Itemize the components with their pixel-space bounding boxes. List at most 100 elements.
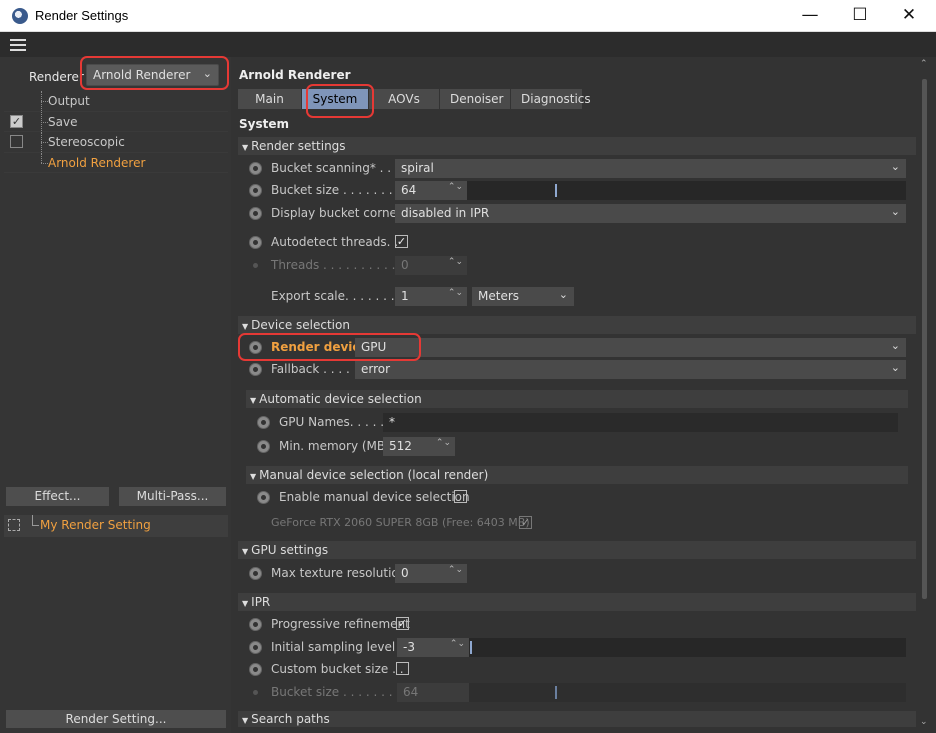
render-setting-button[interactable]: Render Setting... [6, 710, 226, 728]
fallback-dropdown[interactable]: error ⌄ [355, 360, 906, 379]
max-texture-row: Max texture resolution 0 ⌃⌄ [246, 563, 906, 583]
animate-radio-icon[interactable] [249, 363, 262, 376]
tree-item-stereoscopic[interactable]: Stereoscopic [4, 132, 228, 153]
triangle-down-icon: ▼ [242, 599, 249, 608]
min-memory-input[interactable]: 512 ⌃⌄ [383, 437, 455, 456]
bucket-scanning-dropdown[interactable]: spiral ⌄ [395, 159, 906, 178]
device-selection-group-header[interactable]: ▼ Device selection [238, 316, 916, 334]
manual-device-selection-header[interactable]: ▼ Manual device selection (local render) [246, 466, 908, 484]
progressive-checkbox[interactable]: ✓ [396, 617, 409, 630]
animate-radio-icon[interactable] [249, 567, 262, 580]
scroll-up-arrow-icon[interactable]: ⌃ [920, 59, 928, 69]
slider-knob[interactable] [555, 686, 557, 699]
tab-diagnostics[interactable]: Diagnostics [511, 89, 591, 109]
search-paths-group-header[interactable]: ▼ Search paths [238, 711, 916, 727]
animate-radio-icon[interactable] [249, 184, 262, 197]
gpu-names-label: GPU Names. . . . . [279, 415, 385, 429]
bucket-size-label: Bucket size . . . . . . . [271, 183, 393, 197]
enable-manual-checkbox[interactable] [454, 490, 467, 503]
title-bar: Render Settings — ☐ ✕ [0, 0, 936, 32]
min-memory-value: 512 [389, 439, 412, 453]
display-corners-dropdown[interactable]: disabled in IPR ⌄ [395, 204, 906, 223]
tree-item-arnold-renderer[interactable]: Arnold Renderer [4, 152, 228, 173]
animate-radio-icon[interactable] [249, 641, 262, 654]
save-enabled-checkbox[interactable]: ✓ [10, 114, 23, 128]
menu-bar [0, 32, 936, 57]
bucket-scanning-label: Bucket scanning* . . . [271, 161, 399, 175]
spinner-arrows-icon[interactable]: ⌃⌄ [448, 182, 463, 192]
bucket-size-slider[interactable] [467, 181, 906, 200]
chevron-down-icon: ⌄ [202, 67, 212, 80]
ipr-bucket-size-input[interactable]: 64 [397, 683, 469, 702]
custom-bucket-checkbox[interactable] [396, 662, 409, 675]
slider-knob[interactable] [555, 184, 557, 197]
tree-item-output[interactable]: Output [4, 91, 228, 112]
list-item[interactable]: My Render Setting [4, 515, 228, 537]
spinner-arrows-icon[interactable]: ⌃⌄ [436, 438, 451, 448]
animate-radio-icon[interactable] [257, 491, 270, 504]
animate-radio-icon[interactable] [249, 618, 262, 631]
renderer-dropdown[interactable]: Arnold Renderer ⌄ [86, 64, 219, 86]
animate-radio-icon[interactable] [257, 440, 270, 453]
threads-value: 0 [401, 258, 409, 272]
threads-input[interactable]: 0 ⌃⌄ [395, 256, 467, 275]
bucket-size-input[interactable]: 64 ⌃⌄ [395, 181, 467, 200]
animate-radio-icon[interactable] [257, 416, 270, 429]
spinner-arrows-icon[interactable]: ⌃⌄ [450, 639, 465, 649]
ipr-bucket-size-row: Bucket size . . . . . . . . 64 [246, 682, 906, 702]
tab-denoiser[interactable]: Denoiser [440, 89, 510, 109]
enable-manual-row: Enable manual device selection [254, 487, 904, 507]
export-scale-unit-dropdown[interactable]: Meters ⌄ [472, 287, 574, 306]
spinner-arrows-icon[interactable]: ⌃⌄ [448, 257, 463, 267]
min-memory-label: Min. memory (MB) [279, 439, 390, 453]
slider-knob[interactable] [470, 641, 472, 654]
tab-system[interactable]: System [302, 89, 368, 109]
spinner-arrows-icon[interactable]: ⌃⌄ [448, 565, 463, 575]
vertical-scrollbar[interactable]: ⌃ ⌄ [919, 57, 931, 733]
gpu-settings-group-header[interactable]: ▼ GPU settings [238, 541, 916, 559]
animate-radio-icon[interactable] [249, 663, 262, 676]
bucket-scanning-row: Bucket scanning* . . . spiral ⌄ [246, 158, 906, 178]
triangle-down-icon: ▼ [250, 472, 257, 481]
ipr-bucket-size-value: 64 [403, 685, 419, 699]
ipr-bucket-size-slider[interactable] [469, 683, 906, 702]
effect-button[interactable]: Effect... [6, 487, 109, 506]
initial-sampling-value: -3 [403, 640, 415, 654]
animate-radio-icon[interactable] [249, 236, 262, 249]
render-settings-group-header[interactable]: ▼ Render settings [238, 137, 916, 155]
tree-item-label: Save [48, 114, 78, 129]
scrollbar-thumb[interactable] [922, 79, 927, 599]
close-button[interactable]: ✕ [884, 0, 934, 32]
animate-radio-icon[interactable] [249, 162, 262, 175]
stereoscopic-enabled-checkbox[interactable] [10, 135, 23, 148]
tree-item-save[interactable]: ✓ Save [4, 111, 228, 132]
autodetect-threads-checkbox[interactable]: ✓ [395, 235, 408, 248]
hamburger-menu-icon[interactable] [10, 39, 26, 51]
fallback-row: Fallback . . . . error ⌄ [246, 359, 906, 379]
group-title: GPU settings [251, 543, 329, 557]
animate-radio-icon[interactable] [249, 341, 262, 354]
initial-sampling-slider[interactable] [469, 638, 906, 657]
renderer-row: Renderer Arnold Renderer ⌄ [0, 61, 231, 89]
ipr-group-header[interactable]: ▼ IPR [238, 593, 916, 611]
group-title: Search paths [251, 712, 330, 726]
scroll-down-arrow-icon[interactable]: ⌄ [920, 717, 928, 727]
render-device-dropdown[interactable]: GPU ⌄ [355, 338, 906, 357]
tab-aovs[interactable]: AOVs [369, 89, 439, 109]
export-scale-input[interactable]: 1 ⌃⌄ [395, 287, 467, 306]
threads-label: Threads . . . . . . . . . . [271, 258, 396, 272]
gpu-card-checkbox[interactable]: ✓ [519, 516, 532, 529]
left-panel: Renderer Arnold Renderer ⌄ Output ✓ Save… [0, 57, 231, 733]
initial-sampling-input[interactable]: -3 ⌃⌄ [397, 638, 469, 657]
spinner-arrows-icon[interactable]: ⌃⌄ [448, 288, 463, 298]
automatic-device-selection-header[interactable]: ▼ Automatic device selection [246, 390, 908, 408]
group-title: Render settings [251, 139, 346, 153]
max-texture-input[interactable]: 0 ⌃⌄ [395, 564, 467, 583]
tab-main[interactable]: Main [238, 89, 301, 109]
multipass-button[interactable]: Multi-Pass... [119, 487, 226, 506]
gpu-names-value: * [389, 415, 395, 429]
maximize-button[interactable]: ☐ [835, 0, 885, 32]
minimize-button[interactable]: — [785, 0, 835, 32]
animate-radio-icon[interactable] [249, 207, 262, 220]
gpu-names-input[interactable]: * [383, 413, 898, 432]
